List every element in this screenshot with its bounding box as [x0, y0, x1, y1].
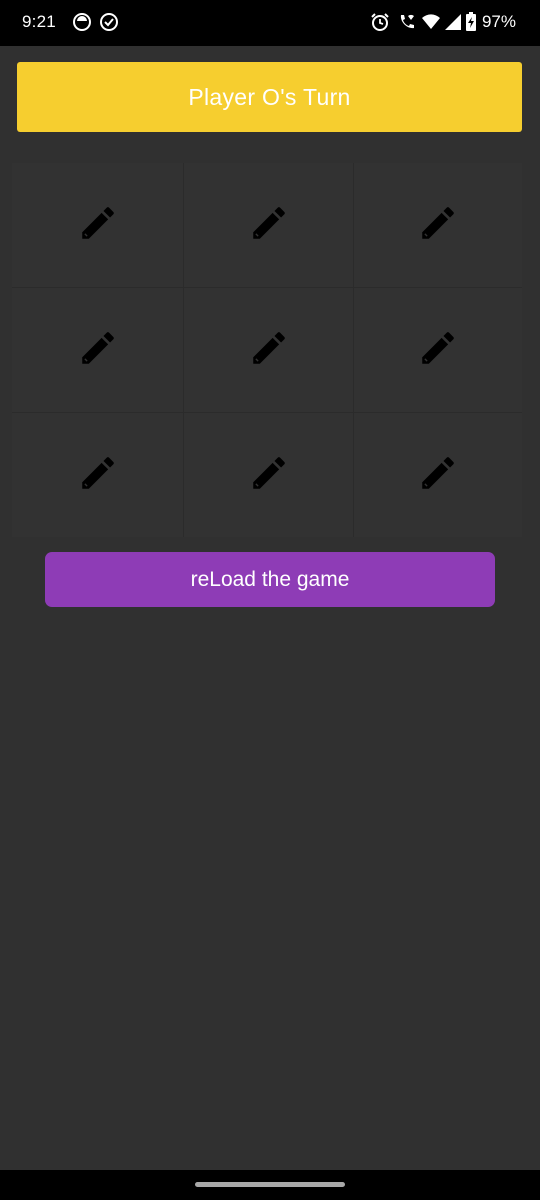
turn-indicator: Player O's Turn: [17, 62, 522, 132]
pencil-icon: [248, 452, 290, 499]
status-time: 9:21: [22, 12, 56, 31]
board-cell[interactable]: [354, 288, 522, 413]
pencil-icon: [77, 202, 119, 249]
pencil-icon: [77, 452, 119, 499]
status-bar: 9:21 97%: [0, 0, 540, 46]
wifi-call-icon: [397, 12, 417, 32]
game-board: [12, 163, 522, 537]
pencil-icon: [417, 327, 459, 374]
battery-charging-icon: [465, 12, 477, 32]
battery-percentage: 97%: [481, 12, 516, 31]
record-icon: [72, 12, 92, 32]
board-cell[interactable]: [12, 288, 184, 413]
reload-game-button[interactable]: reLoad the game: [45, 552, 495, 607]
board-cell[interactable]: [12, 163, 184, 288]
signal-icon: [443, 12, 463, 32]
pencil-icon: [417, 202, 459, 249]
board-cell[interactable]: [184, 413, 354, 537]
home-gesture-handle[interactable]: [195, 1182, 345, 1187]
wifi-icon: [421, 12, 441, 32]
pencil-icon: [417, 452, 459, 499]
alarm-icon: [370, 12, 390, 32]
pencil-icon: [77, 327, 119, 374]
board-cell[interactable]: [354, 163, 522, 288]
board-cell[interactable]: [354, 413, 522, 537]
check-circle-icon: [99, 12, 119, 32]
board-cell[interactable]: [184, 163, 354, 288]
board-cell[interactable]: [184, 288, 354, 413]
board-cell[interactable]: [12, 413, 184, 537]
pencil-icon: [248, 202, 290, 249]
pencil-icon: [248, 327, 290, 374]
navigation-bar: [0, 1170, 540, 1200]
